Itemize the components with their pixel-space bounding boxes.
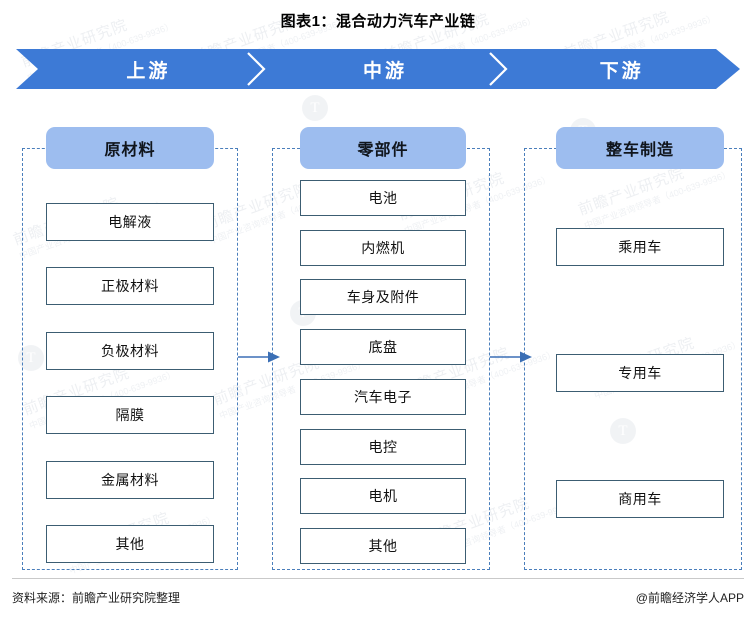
item-list-downstream: 乘用车 专用车 商用车 — [556, 228, 724, 518]
item-list-midstream: 电池 内燃机 车身及附件 底盘 汽车电子 电控 电机 其他 — [300, 180, 466, 564]
column-header-components: 零部件 — [300, 127, 466, 169]
item-box: 电解液 — [46, 203, 214, 241]
item-box: 其他 — [300, 527, 466, 564]
item-box: 汽车电子 — [300, 378, 466, 415]
connector-arrow-midstream-to-downstream — [490, 350, 534, 369]
item-box: 电池 — [300, 180, 466, 216]
item-box: 隔膜 — [46, 396, 214, 435]
item-box: 内燃机 — [300, 229, 466, 266]
value-chain-banner: 上游 中游 下游 — [16, 49, 740, 89]
banner-segment-midstream: 中游 — [363, 60, 408, 82]
app-attribution: @前瞻经济学人APP — [635, 591, 744, 605]
item-box: 电机 — [300, 478, 466, 515]
banner-segment-upstream: 上游 — [126, 60, 171, 82]
item-box: 金属材料 — [46, 460, 214, 499]
column-header-vehicle-manufacturing: 整车制造 — [556, 127, 724, 169]
item-box: 乘用车 — [556, 228, 724, 266]
item-box: 底盘 — [300, 329, 466, 366]
source-note: 资料来源：前瞻产业研究院整理 — [12, 591, 181, 605]
connector-arrow-upstream-to-midstream — [238, 350, 282, 369]
item-box: 电控 — [300, 428, 466, 465]
item-box: 车身及附件 — [300, 279, 466, 316]
item-list-upstream: 电解液 正极材料 负极材料 隔膜 金属材料 其他 — [46, 203, 214, 563]
item-box: 商用车 — [556, 480, 724, 518]
item-box: 负极材料 — [46, 331, 214, 370]
industry-chain-diagram: 图表1：混合动力汽车产业链 上游 中游 下游 前瞻产业研究院中国产业咨询领导者（… — [0, 0, 756, 620]
watermark-logo-icon: T — [302, 95, 328, 121]
item-box: 其他 — [46, 524, 214, 563]
page-title: 图表1：混合动力汽车产业链 — [280, 13, 476, 30]
footer-divider — [12, 578, 744, 579]
item-box: 正极材料 — [46, 267, 214, 306]
banner-segment-downstream: 下游 — [599, 60, 644, 82]
column-header-raw-materials: 原材料 — [46, 127, 214, 169]
item-box: 专用车 — [556, 354, 724, 392]
